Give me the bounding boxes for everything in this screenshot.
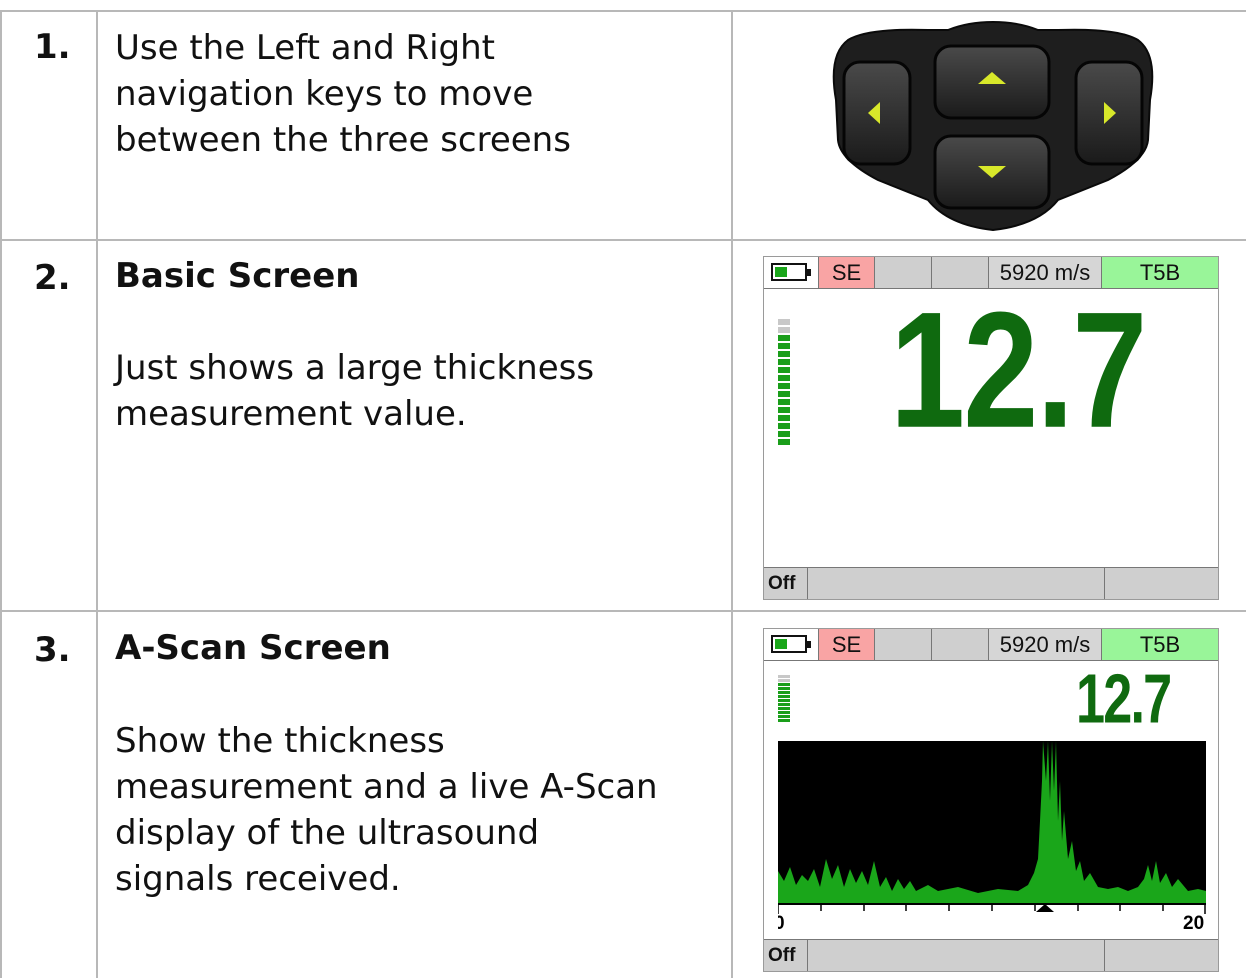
footer-bar: Off [764, 567, 1218, 599]
basic-screen-display: SE 5920 m/s T5B 12.7 Off [763, 256, 1219, 600]
text-line: Show the thickness [115, 721, 445, 761]
step-3-text: Show the thickness measurement and a liv… [115, 718, 658, 902]
battery-icon [771, 263, 811, 281]
status-empty-cell [875, 629, 932, 660]
text-line: Use the Left and Right [115, 28, 496, 68]
probe-indicator: T5B [1102, 629, 1218, 660]
step-number-1: 1. [34, 27, 71, 67]
text-line: signals received. [115, 859, 401, 899]
ascan-screen-title: A-Scan Screen [115, 628, 391, 668]
footer-empty-cell [808, 940, 1105, 971]
step-number-2: 2. [34, 258, 71, 298]
text-line: display of the ultrasound [115, 813, 540, 853]
velocity-indicator: 5920 m/s [989, 629, 1102, 660]
footer-empty-cell [1105, 568, 1218, 599]
up-arrow-key[interactable] [933, 44, 1051, 120]
left-arrow-key[interactable] [842, 60, 912, 166]
gate-marker-icon [1036, 904, 1054, 912]
signal-strength-bar [778, 675, 790, 723]
text-line: measurement value. [115, 394, 467, 434]
ascan-plot: 0 20 [778, 741, 1206, 931]
basic-screen-title: Basic Screen [115, 256, 360, 296]
footer-off-label: Off [764, 940, 808, 971]
status-bar: SE 5920 m/s T5B [764, 629, 1218, 661]
battery-cell [764, 629, 819, 660]
text-line: measurement and a live A-Scan [115, 767, 658, 807]
mode-indicator: SE [819, 257, 875, 288]
row-divider-2 [0, 610, 1246, 612]
thickness-reading: 12.7 [1076, 660, 1172, 739]
ascan-screen-display: SE 5920 m/s T5B 12.7 0 20 Off [763, 628, 1219, 972]
footer-bar: Off [764, 939, 1218, 971]
step-number-3: 3. [34, 630, 71, 670]
battery-cell [764, 257, 819, 288]
down-arrow-key[interactable] [933, 134, 1051, 210]
signal-strength-bar [778, 319, 790, 447]
thickness-reading: 12.7 [890, 277, 1147, 462]
footer-empty-cell [808, 568, 1105, 599]
text-line: between the three screens [115, 120, 571, 160]
navigation-keypad [832, 20, 1154, 232]
col-divider-2 [731, 10, 733, 978]
mode-indicator: SE [819, 629, 875, 660]
step-2-text: Just shows a large thickness measurement… [115, 345, 594, 437]
step-1-text: Use the Left and Right navigation keys t… [115, 25, 571, 163]
footer-empty-cell [1105, 940, 1218, 971]
text-line: navigation keys to move [115, 74, 534, 114]
battery-icon [771, 635, 811, 653]
col-divider-1 [96, 10, 98, 978]
ascan-background [778, 741, 1206, 904]
footer-off-label: Off [764, 568, 808, 599]
text-line: Just shows a large thickness [115, 348, 595, 388]
status-empty-cell [932, 629, 989, 660]
right-arrow-key[interactable] [1074, 60, 1144, 166]
ascan-axis-max: 20 [1183, 913, 1204, 931]
table-left-border [0, 10, 2, 978]
ascan-axis-min: 0 [778, 913, 785, 931]
table-top-border [0, 10, 1246, 12]
row-divider-1 [0, 239, 1246, 241]
ascan-ticks [778, 904, 1206, 914]
